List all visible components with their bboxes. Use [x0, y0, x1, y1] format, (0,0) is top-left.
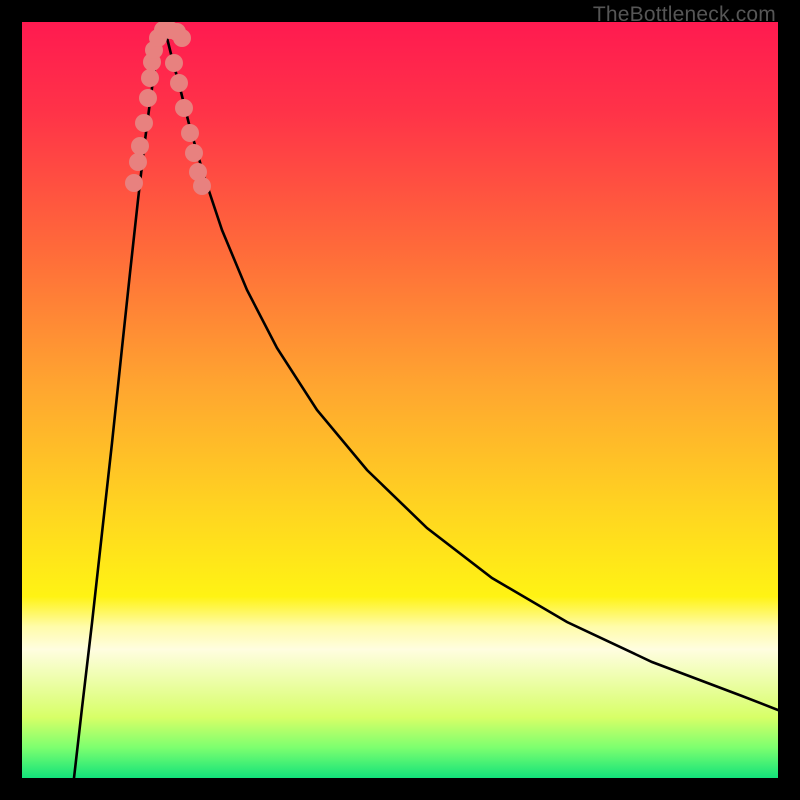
scatter-point: [173, 29, 191, 47]
scatter-point: [185, 144, 203, 162]
scatter-point: [165, 54, 183, 72]
scatter-point: [141, 69, 159, 87]
scatter-point: [125, 174, 143, 192]
chart-outer-frame: TheBottleneck.com: [0, 0, 800, 800]
curve-left-branch: [74, 30, 163, 778]
scatter-dots: [125, 22, 211, 195]
scatter-point: [135, 114, 153, 132]
scatter-point: [193, 177, 211, 195]
scatter-point: [129, 153, 147, 171]
scatter-point: [131, 137, 149, 155]
scatter-point: [139, 89, 157, 107]
plot-area: [22, 22, 778, 778]
curve-right-branch: [163, 30, 778, 710]
watermark-text: TheBottleneck.com: [593, 3, 776, 27]
curves-layer: [22, 22, 778, 778]
scatter-point: [170, 74, 188, 92]
scatter-point: [175, 99, 193, 117]
scatter-point: [181, 124, 199, 142]
